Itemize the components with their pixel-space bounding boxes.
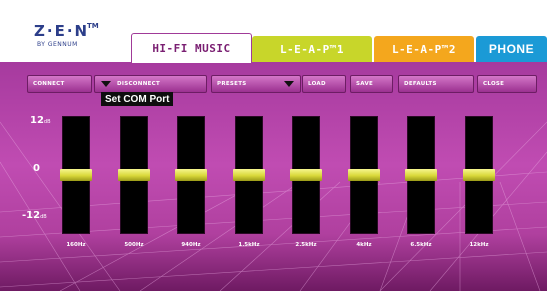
scale-zero-value: 0 xyxy=(33,163,40,174)
eq-slider-knob[interactable] xyxy=(348,169,380,181)
dropdown-arrow-icon[interactable] xyxy=(101,81,111,87)
scale-min-value: -12 xyxy=(22,210,41,221)
eq-slider-knob[interactable] xyxy=(60,169,92,181)
eq-slider-knob[interactable] xyxy=(233,169,265,181)
eq-slider-5[interactable] xyxy=(290,116,322,234)
presets-label: PRESETS xyxy=(217,81,247,87)
set-com-port-tooltip: Set COM Port xyxy=(101,92,174,106)
save-button[interactable]: SAVE xyxy=(350,75,393,93)
connect-button[interactable]: CONNECT xyxy=(27,75,92,93)
tab-hifi-music[interactable]: HI-FI MUSIC xyxy=(131,33,252,63)
eq-frequency-label: 2.5kHz xyxy=(295,242,317,248)
eq-frequency-label: 1.5kHz xyxy=(238,242,260,248)
eq-frequency-label: 6.5kHz xyxy=(410,242,432,248)
zen-equalizer-app: Z·E·N TM BY GENNUM HI-FI MUSIC L-E-A-P™1… xyxy=(0,0,547,291)
scale-label-zero: 0 xyxy=(33,163,40,174)
eq-slider-knob[interactable] xyxy=(175,169,207,181)
eq-slider-1[interactable] xyxy=(60,116,92,234)
tab-leap-1[interactable]: L-E-A-P™1 xyxy=(252,36,372,62)
eq-slider-6[interactable] xyxy=(348,116,380,234)
logo-trademark: TM xyxy=(87,22,99,30)
scale-unit: dB xyxy=(43,119,51,125)
presets-dropdown[interactable]: PRESETS xyxy=(211,75,301,93)
scale-label-min: -12dB xyxy=(22,210,47,221)
eq-frequency-label: 4kHz xyxy=(356,242,372,248)
eq-frequency-label: 500Hz xyxy=(124,242,144,248)
load-button[interactable]: LOAD xyxy=(302,75,346,93)
eq-frequency-label: 160Hz xyxy=(66,242,86,248)
eq-slider-knob[interactable] xyxy=(405,169,437,181)
tab-leap-2[interactable]: L-E-A-P™2 xyxy=(374,36,474,62)
eq-slider-knob[interactable] xyxy=(118,169,150,181)
logo-text: Z·E·N xyxy=(34,22,90,40)
scale-unit: dB xyxy=(40,214,47,220)
disconnect-button[interactable]: DISCONNECT xyxy=(94,75,207,93)
scale-label-max: 12dB xyxy=(30,115,51,126)
eq-slider-knob[interactable] xyxy=(290,169,322,181)
defaults-button[interactable]: DEFAULTS xyxy=(398,75,474,93)
eq-slider-knob[interactable] xyxy=(463,169,495,181)
zen-logo: Z·E·N TM BY GENNUM xyxy=(34,22,104,52)
dropdown-arrow-icon xyxy=(284,81,294,87)
eq-frequency-label: 12kHz xyxy=(469,242,489,248)
eq-slider-8[interactable] xyxy=(463,116,495,234)
eq-frequency-label: 940Hz xyxy=(181,242,201,248)
disconnect-label: DISCONNECT xyxy=(117,81,161,87)
logo-subtitle: BY GENNUM xyxy=(37,41,78,48)
scale-max-value: 12 xyxy=(30,115,44,126)
close-button[interactable]: CLOSE xyxy=(477,75,537,93)
eq-slider-4[interactable] xyxy=(233,116,265,234)
eq-slider-7[interactable] xyxy=(405,116,437,234)
tab-phone[interactable]: PHONE xyxy=(476,36,547,62)
eq-slider-2[interactable] xyxy=(118,116,150,234)
eq-slider-3[interactable] xyxy=(175,116,207,234)
